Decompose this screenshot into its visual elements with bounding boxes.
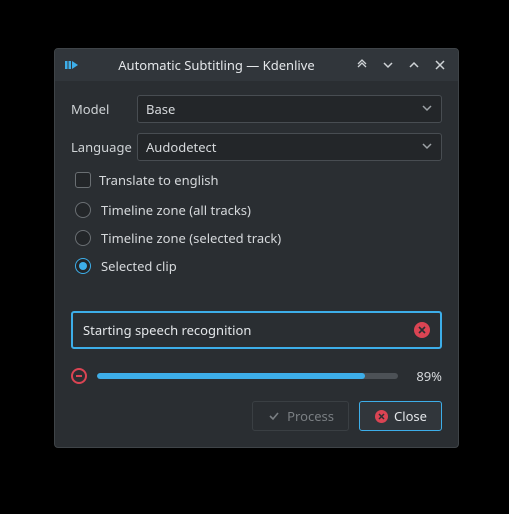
status-text: Starting speech recognition xyxy=(83,321,251,339)
radio-input[interactable] xyxy=(75,258,91,274)
progress-bar xyxy=(97,373,398,379)
status-message: Starting speech recognition xyxy=(71,311,442,349)
minimize-button[interactable] xyxy=(378,55,398,75)
close-button[interactable]: Close xyxy=(359,401,442,431)
check-icon xyxy=(267,409,281,423)
maximize-button[interactable] xyxy=(404,55,424,75)
window-title: Automatic Subtitling — Kdenlive xyxy=(87,56,346,74)
model-row: Model Base xyxy=(71,95,442,123)
button-row: Process Close xyxy=(71,401,442,431)
app-icon xyxy=(63,56,81,74)
close-label: Close xyxy=(394,407,427,425)
process-label: Process xyxy=(287,407,334,425)
language-row: Language Audodetect xyxy=(71,133,442,161)
cancel-progress-button[interactable] xyxy=(71,368,87,384)
titlebar: Automatic Subtitling — Kdenlive xyxy=(55,49,458,81)
progress-fill xyxy=(97,373,365,379)
process-button: Process xyxy=(252,401,349,431)
language-select-value: Audodetect xyxy=(146,138,217,156)
language-label: Language xyxy=(71,138,129,156)
progress-percent: 89% xyxy=(408,367,442,385)
chevron-down-icon xyxy=(421,138,433,156)
status-dismiss-button[interactable] xyxy=(414,322,430,338)
model-select-value: Base xyxy=(146,100,175,118)
translate-checkbox[interactable] xyxy=(75,172,91,188)
translate-row[interactable]: Translate to english xyxy=(75,171,442,189)
close-window-button[interactable] xyxy=(430,55,450,75)
model-label: Model xyxy=(71,100,129,118)
zone-radio-group: Timeline zone (all tracks) Timeline zone… xyxy=(75,201,442,275)
radio-timeline-selected[interactable]: Timeline zone (selected track) xyxy=(75,229,442,247)
dialog-content: Model Base Language Audodetect Translate… xyxy=(55,81,458,447)
radio-selected-clip[interactable]: Selected clip xyxy=(75,257,442,275)
close-icon xyxy=(374,409,388,423)
radio-input[interactable] xyxy=(75,202,91,218)
radio-label: Timeline zone (all tracks) xyxy=(101,201,251,219)
radio-label: Timeline zone (selected track) xyxy=(101,229,281,247)
radio-timeline-all[interactable]: Timeline zone (all tracks) xyxy=(75,201,442,219)
shade-button[interactable] xyxy=(352,55,372,75)
model-select[interactable]: Base xyxy=(137,95,442,123)
chevron-down-icon xyxy=(421,100,433,118)
language-select[interactable]: Audodetect xyxy=(137,133,442,161)
radio-label: Selected clip xyxy=(101,257,177,275)
translate-label: Translate to english xyxy=(99,171,219,189)
progress-row: 89% xyxy=(71,367,442,385)
dialog-window: Automatic Subtitling — Kdenlive Model Ba… xyxy=(54,48,459,448)
radio-input[interactable] xyxy=(75,230,91,246)
